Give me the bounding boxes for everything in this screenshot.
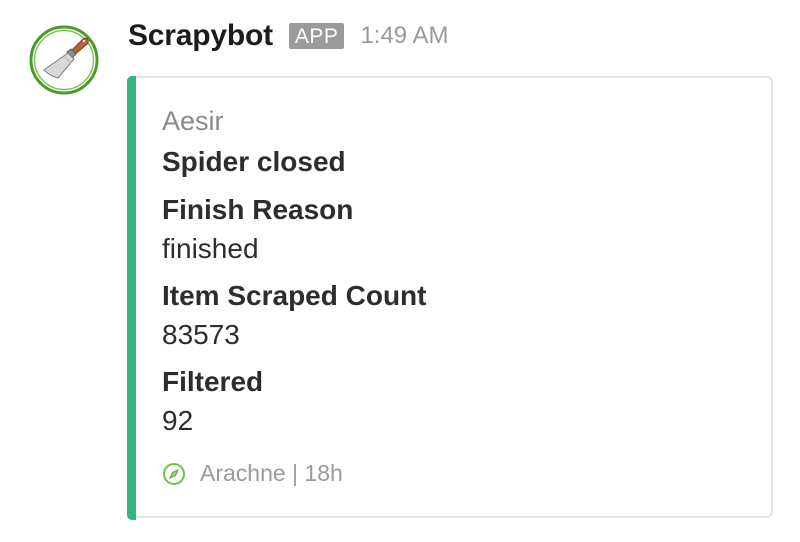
app-badge: APP xyxy=(288,23,345,49)
attachment-author: Aesir xyxy=(162,106,224,136)
field-value: 83573 xyxy=(162,319,240,350)
attachment-footer-text: Arachne | 18h xyxy=(200,460,343,486)
message-attachment: Aesir Spider closed Finish Reason finish… xyxy=(127,76,773,518)
compass-icon xyxy=(162,462,186,486)
attachment-footer: Arachne | 18h xyxy=(162,460,343,487)
spatula-icon xyxy=(29,25,99,95)
bot-avatar[interactable] xyxy=(28,24,100,96)
field-value: finished xyxy=(162,233,259,264)
attachment-title: Spider closed xyxy=(162,146,346,177)
field-title: Finish Reason xyxy=(162,194,354,225)
attachment-body: Aesir Spider closed Finish Reason finish… xyxy=(162,102,751,442)
message-timestamp[interactable]: 1:49 AM xyxy=(360,22,448,50)
field-title: Item Scraped Count xyxy=(162,280,427,311)
field-filtered: Filtered 92 xyxy=(162,362,751,442)
field-title: Filtered xyxy=(162,366,264,397)
field-value: 92 xyxy=(162,405,194,436)
field-finish-reason: Finish Reason finished xyxy=(162,190,751,270)
message-header: Scrapybot APP 1:49 AM xyxy=(128,14,449,58)
field-item-scraped-count: Item Scraped Count 83573 xyxy=(162,276,751,356)
sender-name[interactable]: Scrapybot xyxy=(128,19,273,53)
attachment-color-bar xyxy=(127,76,136,520)
